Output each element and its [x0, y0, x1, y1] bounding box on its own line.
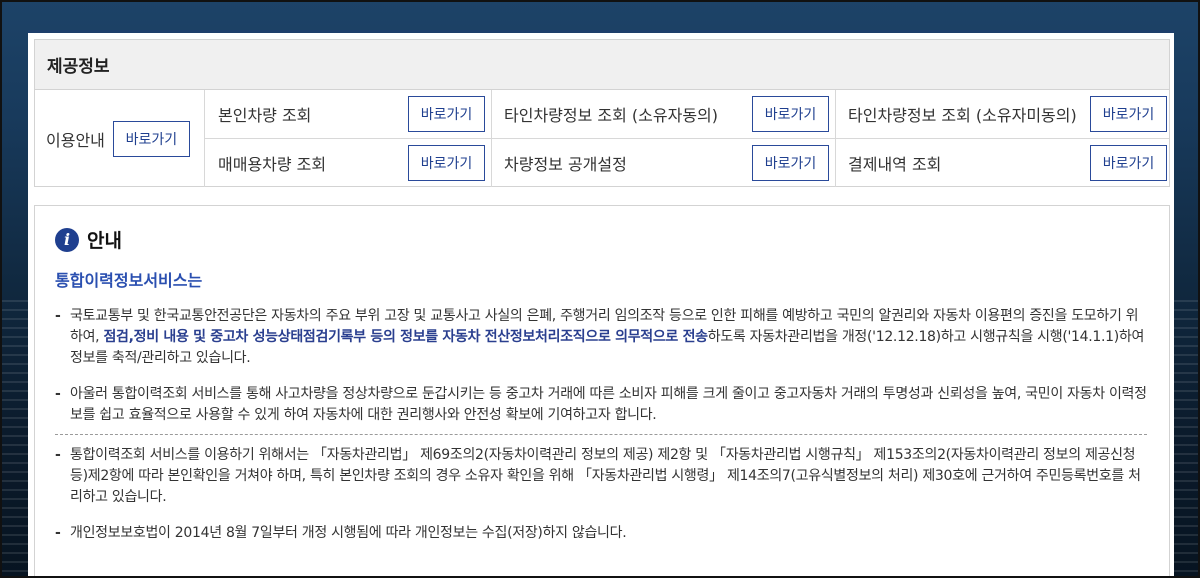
dashed-divider: [55, 434, 1147, 435]
service-label: 타인차량정보 조회 (소유자동의): [504, 106, 719, 125]
usage-guide-label: 이용안내: [46, 130, 105, 150]
service-label: 차량정보 공개설정: [504, 155, 627, 174]
bullet-dash: -: [55, 308, 61, 324]
other-consent-go-button[interactable]: 바로가기: [752, 96, 829, 132]
content-panel: 제공정보 이용안내 바로가기 본인차량 조회 바로가기 타인차량정보 조회 (소…: [28, 30, 1174, 578]
provided-info-box: 제공정보 이용안내 바로가기 본인차량 조회 바로가기 타인차량정보 조회 (소…: [34, 39, 1170, 187]
own-vehicle-go-button[interactable]: 바로가기: [408, 96, 485, 132]
notice-paragraph-3: - 통합이력조회 서비스를 이용하기 위해서는 「자동차관리법」 제69조의2(…: [55, 445, 1169, 508]
service-label: 매매용차량 조회: [218, 155, 327, 174]
bullet-dash: -: [55, 386, 61, 402]
notice-title: 안내: [87, 230, 122, 252]
disclosure-settings-go-button[interactable]: 바로가기: [752, 145, 829, 181]
paragraph-highlight: 점검,정비 내용 및 중고차 성능상태점검기록부 등의 정보를 자동차 전산정보…: [103, 329, 708, 345]
service-grid: 이용안내 바로가기 본인차량 조회 바로가기 타인차량정보 조회 (소유자동의)…: [35, 90, 1169, 187]
bullet-dash: -: [55, 447, 61, 463]
service-label: 본인차량 조회: [218, 106, 312, 125]
trade-vehicle-go-button[interactable]: 바로가기: [408, 145, 485, 181]
service-label: 결제내역 조회: [848, 155, 942, 174]
service-cell-trade-vehicle: 매매용차량 조회 바로가기: [205, 139, 491, 187]
notice-paragraph-1: - 국토교통부 및 한국교통안전공단은 자동차의 주요 부위 고장 및 교통사고…: [55, 306, 1169, 369]
paragraph-text: 개인정보보호법이 2014년 8월 7일부터 개정 시행됨에 따라 개인정보는 …: [70, 525, 627, 541]
service-cell-disclosure-settings: 차량정보 공개설정 바로가기: [491, 139, 835, 187]
service-cell-own-vehicle: 본인차량 조회 바로가기: [205, 90, 491, 138]
usage-guide-cell: 이용안내 바로가기: [35, 90, 205, 187]
section-title: 제공정보: [35, 40, 1169, 90]
notice-paragraph-2: - 아울러 통합이력조회 서비스를 통해 사고차량을 정상차량으로 둔갑시키는 …: [55, 384, 1169, 426]
info-icon: i: [55, 227, 79, 252]
notice-heading: i 안내: [55, 226, 1169, 253]
notice-subtitle: 통합이력정보서비스는: [55, 271, 203, 290]
usage-guide-button[interactable]: 바로가기: [112, 120, 190, 157]
paragraph-text: 아울러 통합이력조회 서비스를 통해 사고차량을 정상차량으로 둔갑시키는 등 …: [70, 386, 1147, 423]
service-label: 타인차량정보 조회 (소유자미동의): [848, 106, 1077, 125]
service-cell-other-consent: 타인차량정보 조회 (소유자동의) 바로가기: [491, 90, 835, 138]
notice-box: i 안내 통합이력정보서비스는 - 국토교통부 및 한국교통안전공단은 자동차의…: [34, 205, 1170, 578]
service-cell-payment-history: 결제내역 조회 바로가기: [835, 139, 1171, 187]
payment-history-go-button[interactable]: 바로가기: [1090, 145, 1167, 181]
notice-paragraph-4: - 개인정보보호법이 2014년 8월 7일부터 개정 시행됨에 따라 개인정보…: [55, 523, 1169, 544]
service-cell-other-no-consent: 타인차량정보 조회 (소유자미동의) 바로가기: [835, 90, 1171, 138]
other-no-consent-go-button[interactable]: 바로가기: [1090, 96, 1167, 132]
paragraph-text: 통합이력조회 서비스를 이용하기 위해서는 「자동차관리법」 제69조의2(자동…: [70, 447, 1141, 505]
bullet-dash: -: [55, 525, 61, 541]
